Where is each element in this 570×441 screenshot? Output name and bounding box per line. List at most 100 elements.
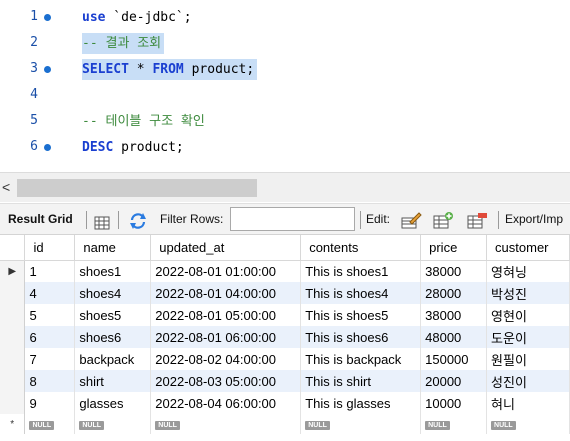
cell-updated-at[interactable]: 2022-08-02 04:00:00 xyxy=(150,348,302,370)
statement-marker-icon[interactable] xyxy=(44,66,51,73)
cell-name[interactable]: shirt xyxy=(74,370,152,392)
cell-null[interactable]: NULL xyxy=(74,414,152,434)
code-line-1[interactable]: 1 use `de-jdbc`; xyxy=(0,5,570,30)
table-row[interactable]: ▶ 1 shoes1 2022-08-01 01:00:00 This is s… xyxy=(0,260,570,282)
cell-price[interactable]: 20000 xyxy=(420,370,488,392)
code-comment[interactable]: -- 테이블 구조 확인 xyxy=(82,111,208,132)
cell-price[interactable]: 38000 xyxy=(420,304,488,326)
cell-updated-at[interactable]: 2022-08-01 06:00:00 xyxy=(150,326,302,348)
column-header-customer[interactable]: customer xyxy=(486,235,570,261)
table-row[interactable]: 5 shoes5 2022-08-01 05:00:00 This is sho… xyxy=(0,304,570,326)
table-row[interactable]: 4 shoes4 2022-08-01 04:00:00 This is sho… xyxy=(0,282,570,304)
code-line-5[interactable]: 5 -- 테이블 구조 확인 xyxy=(0,109,570,134)
column-header-updated-at[interactable]: updated_at xyxy=(150,235,302,261)
cell-null[interactable]: NULL xyxy=(24,414,76,434)
add-row-icon[interactable] xyxy=(432,210,454,230)
scrollbar-thumb[interactable] xyxy=(17,179,257,197)
cell-price[interactable]: 28000 xyxy=(420,282,488,304)
row-marker[interactable] xyxy=(0,370,26,392)
grid-view-icon[interactable] xyxy=(94,212,110,230)
cell-updated-at[interactable]: 2022-08-04 06:00:00 xyxy=(150,392,302,414)
code-line-2[interactable]: 2 -- 결과 조회 xyxy=(0,31,570,56)
cell-name[interactable]: shoes5 xyxy=(74,304,152,326)
cell-customer[interactable]: 영현이 xyxy=(486,304,570,326)
cell-null[interactable]: NULL xyxy=(150,414,302,434)
export-import-label[interactable]: Export/Imp xyxy=(505,204,563,235)
edit-row-icon[interactable] xyxy=(400,210,422,230)
null-badge: NULL xyxy=(79,420,105,430)
cell-null[interactable]: NULL xyxy=(420,414,488,434)
cell-id[interactable]: 7 xyxy=(24,348,76,370)
cell-contents[interactable]: This is shoes6 xyxy=(300,326,422,348)
row-marker[interactable] xyxy=(0,282,26,304)
code-text[interactable]: SELECT * FROM product; xyxy=(82,59,258,80)
cell-updated-at[interactable]: 2022-08-03 05:00:00 xyxy=(150,370,302,392)
cell-id[interactable]: 5 xyxy=(24,304,76,326)
horizontal-scrollbar[interactable]: < xyxy=(0,172,570,202)
new-row[interactable]: * NULL NULL NULL NULL NULL NULL xyxy=(0,414,570,434)
cell-id[interactable]: 4 xyxy=(24,282,76,304)
current-row-icon[interactable]: ▶ xyxy=(0,260,26,282)
result-grid-tab[interactable]: Result Grid xyxy=(8,204,73,235)
refresh-icon[interactable] xyxy=(128,211,148,229)
cell-price[interactable]: 150000 xyxy=(420,348,488,370)
cell-id[interactable]: 9 xyxy=(24,392,76,414)
cell-contents[interactable]: This is shoes1 xyxy=(300,260,422,282)
code-text[interactable]: use `de-jdbc`; xyxy=(82,7,195,28)
scroll-left-icon[interactable]: < xyxy=(2,179,14,195)
cell-contents[interactable]: This is shoes5 xyxy=(300,304,422,326)
cell-null[interactable]: NULL xyxy=(486,414,570,434)
cell-contents[interactable]: This is shoes4 xyxy=(300,282,422,304)
row-marker[interactable] xyxy=(0,348,26,370)
cell-customer[interactable]: 혀니 xyxy=(486,392,570,414)
filter-rows-input[interactable] xyxy=(230,207,355,231)
cell-contents[interactable]: This is glasses xyxy=(300,392,422,414)
column-header-price[interactable]: price xyxy=(420,235,488,261)
cell-contents[interactable]: This is shirt xyxy=(300,370,422,392)
statement-marker-icon[interactable] xyxy=(44,14,51,21)
table-row[interactable]: 6 shoes6 2022-08-01 06:00:00 This is sho… xyxy=(0,326,570,348)
cell-id[interactable]: 8 xyxy=(24,370,76,392)
cell-customer[interactable]: 박성진 xyxy=(486,282,570,304)
statement-marker-icon[interactable] xyxy=(44,144,51,151)
table-row[interactable]: 9 glasses 2022-08-04 06:00:00 This is gl… xyxy=(0,392,570,414)
cell-price[interactable]: 10000 xyxy=(420,392,488,414)
code-line-6[interactable]: 6 DESC product; xyxy=(0,135,570,160)
cell-name[interactable]: backpack xyxy=(74,348,152,370)
cell-price[interactable]: 38000 xyxy=(420,260,488,282)
cell-customer[interactable]: 원필이 xyxy=(486,348,570,370)
cell-id[interactable]: 6 xyxy=(24,326,76,348)
row-marker[interactable] xyxy=(0,392,26,414)
cell-updated-at[interactable]: 2022-08-01 05:00:00 xyxy=(150,304,302,326)
new-row-marker[interactable]: * xyxy=(0,414,26,434)
column-header-contents[interactable]: contents xyxy=(300,235,422,261)
cell-updated-at[interactable]: 2022-08-01 01:00:00 xyxy=(150,260,302,282)
result-grid[interactable]: id name updated_at contents price custom… xyxy=(0,235,570,441)
keyword: SELECT xyxy=(82,62,129,77)
column-header-name[interactable]: name xyxy=(74,235,152,261)
cell-contents[interactable]: This is backpack xyxy=(300,348,422,370)
cell-null[interactable]: NULL xyxy=(300,414,422,434)
cell-customer[interactable]: 영혀닝 xyxy=(486,260,570,282)
code-fragment: * xyxy=(128,62,153,77)
table-row[interactable]: 8 shirt 2022-08-03 05:00:00 This is shir… xyxy=(0,370,570,392)
cell-id[interactable]: 1 xyxy=(24,260,76,282)
cell-name[interactable]: shoes4 xyxy=(74,282,152,304)
cell-customer[interactable]: 성진이 xyxy=(486,370,570,392)
cell-name[interactable]: shoes6 xyxy=(74,326,152,348)
column-header-id[interactable]: id xyxy=(24,235,76,261)
row-marker[interactable] xyxy=(0,304,26,326)
cell-updated-at[interactable]: 2022-08-01 04:00:00 xyxy=(150,282,302,304)
row-marker[interactable] xyxy=(0,326,26,348)
code-line-4[interactable]: 4 xyxy=(0,83,570,108)
cell-price[interactable]: 48000 xyxy=(420,326,488,348)
cell-name[interactable]: glasses xyxy=(74,392,152,414)
code-line-3[interactable]: 3 SELECT * FROM product; xyxy=(0,57,570,82)
delete-row-icon[interactable] xyxy=(466,210,488,230)
cell-name[interactable]: shoes1 xyxy=(74,260,152,282)
code-text[interactable]: DESC product; xyxy=(82,137,187,158)
sql-editor[interactable]: 1 use `de-jdbc`; 2 -- 결과 조회 3 SELECT * F… xyxy=(0,0,570,172)
cell-customer[interactable]: 도운이 xyxy=(486,326,570,348)
table-row[interactable]: 7 backpack 2022-08-02 04:00:00 This is b… xyxy=(0,348,570,370)
code-comment[interactable]: -- 결과 조회 xyxy=(82,33,165,54)
